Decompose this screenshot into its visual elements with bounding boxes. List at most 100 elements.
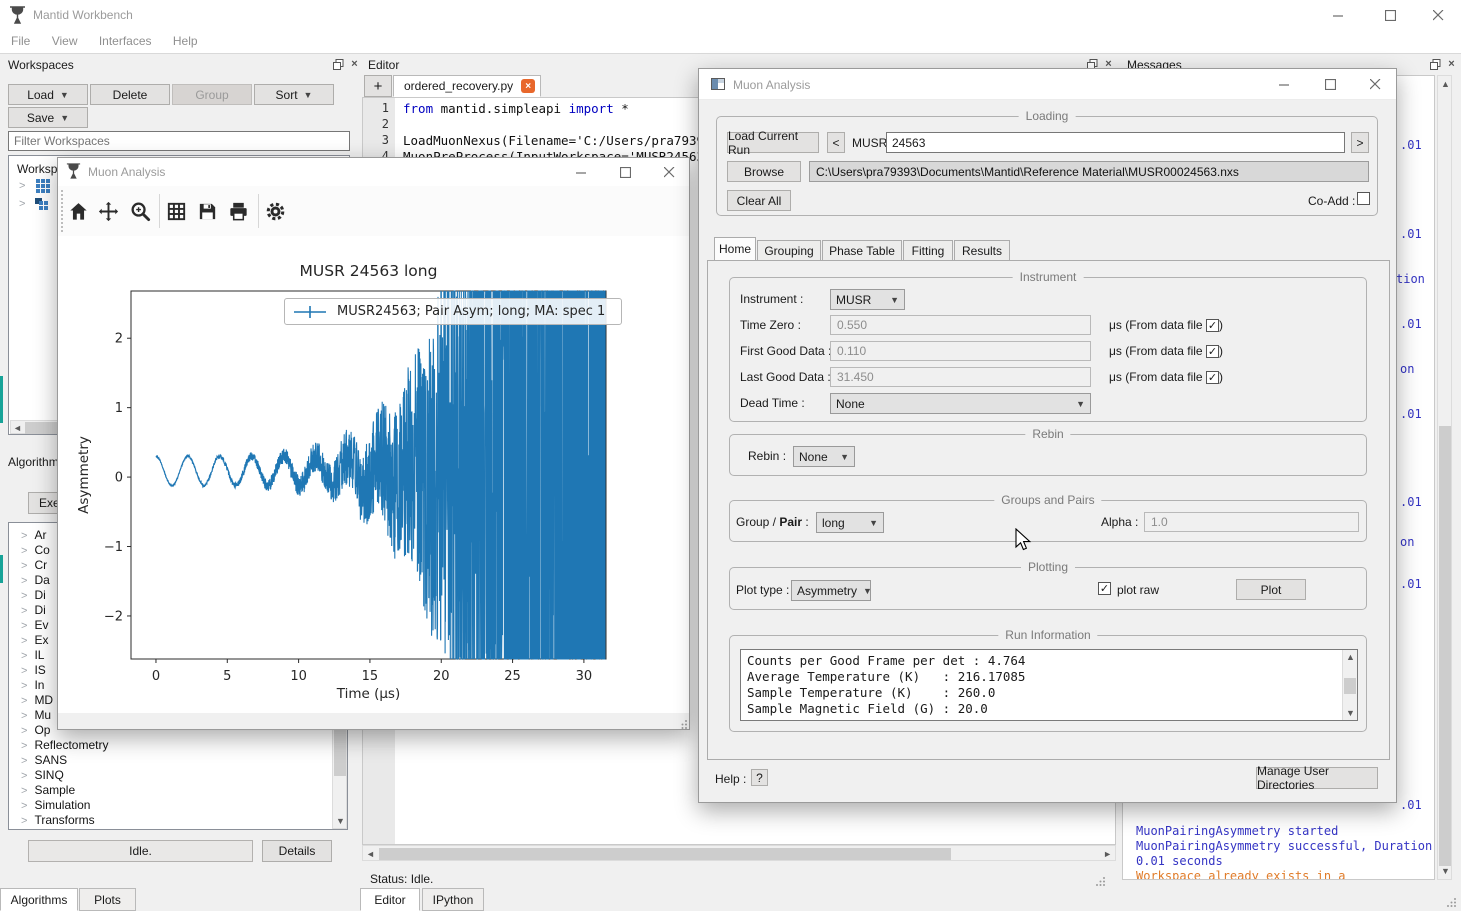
- pan-icon[interactable]: [97, 200, 120, 226]
- algorithm-category[interactable]: >Cr: [21, 558, 47, 573]
- tab-home[interactable]: Home: [714, 237, 756, 261]
- resize-grip[interactable]: [678, 718, 688, 732]
- sort-button[interactable]: Sort▼: [254, 84, 334, 105]
- grid-icon[interactable]: [165, 200, 188, 226]
- group-pair-combobox[interactable]: long▼: [816, 512, 884, 533]
- resize-grip[interactable]: [1447, 896, 1457, 910]
- tab-results[interactable]: Results: [954, 240, 1010, 261]
- close-button[interactable]: [1423, 4, 1453, 26]
- maximize-button[interactable]: [610, 161, 640, 183]
- chevron-right-icon[interactable]: >: [21, 590, 27, 602]
- tab-algorithms[interactable]: Algorithms: [0, 888, 78, 911]
- print-icon[interactable]: [227, 200, 250, 226]
- algorithm-category[interactable]: >Ex: [21, 633, 48, 648]
- next-run-button[interactable]: >: [1351, 132, 1369, 153]
- from-data-file-checkbox[interactable]: ✓: [1206, 371, 1219, 384]
- algorithm-category[interactable]: >Co: [21, 543, 50, 558]
- algorithm-category[interactable]: >Di: [21, 603, 46, 618]
- load-button[interactable]: Load▼: [8, 84, 88, 105]
- rebin-combobox[interactable]: None▼: [793, 446, 855, 467]
- scroll-left-icon[interactable]: ◄: [366, 849, 375, 859]
- algorithm-category[interactable]: >In: [21, 678, 44, 693]
- chevron-right-icon[interactable]: >: [21, 800, 27, 812]
- chevron-right-icon[interactable]: >: [21, 665, 27, 677]
- chevron-right-icon[interactable]: >: [21, 755, 27, 767]
- save-button[interactable]: Save▼: [8, 107, 88, 128]
- chevron-right-icon[interactable]: >: [19, 198, 25, 210]
- new-tab-button[interactable]: +: [364, 75, 392, 97]
- previous-run-button[interactable]: <: [827, 132, 845, 153]
- close-button[interactable]: [1360, 73, 1390, 95]
- algorithm-category[interactable]: >Ev: [21, 618, 48, 633]
- algorithm-category[interactable]: >Mu: [21, 708, 51, 723]
- dead-time-combobox[interactable]: None▼: [830, 393, 1091, 414]
- chevron-right-icon[interactable]: >: [21, 545, 27, 557]
- float-panel-icon[interactable]: [331, 57, 346, 71]
- browse-button[interactable]: Browse: [727, 161, 801, 182]
- tab-fitting[interactable]: Fitting: [903, 240, 953, 261]
- plot-type-combobox[interactable]: Asymmetry▼: [791, 580, 871, 601]
- chevron-right-icon[interactable]: >: [21, 635, 27, 647]
- resize-grip[interactable]: [1096, 875, 1106, 889]
- tab-ordered-recovery[interactable]: ordered_recovery.py ×: [393, 75, 541, 97]
- editor-horizontal-scrollbar[interactable]: ◄ ►: [362, 845, 1116, 861]
- from-data-file-checkbox[interactable]: ✓: [1206, 319, 1219, 332]
- algorithm-category[interactable]: >IS: [21, 663, 46, 678]
- menu-file[interactable]: File: [2, 30, 39, 52]
- algorithm-category[interactable]: >Da: [21, 573, 50, 588]
- algorithm-category[interactable]: >SANS: [21, 753, 67, 768]
- algorithm-category[interactable]: >SINQ: [21, 768, 64, 783]
- home-icon[interactable]: [67, 200, 90, 226]
- menu-view[interactable]: View: [43, 30, 87, 52]
- chevron-right-icon[interactable]: >: [21, 695, 27, 707]
- clear-all-button[interactable]: Clear All: [727, 190, 791, 211]
- instrument-combobox[interactable]: MUSR▼: [830, 289, 905, 310]
- chevron-right-icon[interactable]: >: [21, 740, 27, 752]
- close-button[interactable]: [654, 161, 684, 183]
- chevron-right-icon[interactable]: >: [21, 620, 27, 632]
- algorithm-category[interactable]: >Reflectometry: [21, 738, 108, 753]
- load-current-run-button[interactable]: Load Current Run: [727, 132, 819, 153]
- float-panel-icon[interactable]: [1428, 57, 1443, 71]
- close-panel-icon[interactable]: ×: [1444, 57, 1459, 71]
- run-information-box[interactable]: Counts per Good Frame per det : 4.764Ave…: [740, 649, 1358, 721]
- zoom-icon[interactable]: [129, 200, 152, 226]
- scroll-left-icon[interactable]: ◄: [13, 423, 22, 433]
- dialog-titlebar[interactable]: Muon Analysis: [699, 69, 1396, 100]
- settings-icon[interactable]: [264, 200, 287, 226]
- chevron-right-icon[interactable]: >: [21, 770, 27, 782]
- chevron-right-icon[interactable]: >: [21, 605, 27, 617]
- algorithm-category[interactable]: >Op: [21, 723, 50, 738]
- chevron-right-icon[interactable]: >: [21, 530, 27, 542]
- algorithm-category[interactable]: >Ar: [21, 528, 46, 543]
- scroll-up-icon[interactable]: ▲: [1346, 652, 1355, 662]
- chevron-right-icon[interactable]: >: [19, 180, 25, 192]
- plot-window-titlebar[interactable]: Muon Analysis: [58, 158, 689, 187]
- scroll-up-icon[interactable]: ▲: [1441, 79, 1450, 89]
- algorithm-category[interactable]: >Simulation: [21, 798, 90, 813]
- scroll-down-icon[interactable]: ▼: [1346, 708, 1355, 718]
- tab-plots[interactable]: Plots: [79, 888, 136, 911]
- chevron-right-icon[interactable]: >: [21, 560, 27, 572]
- co-add-checkbox[interactable]: [1357, 192, 1370, 205]
- algorithm-category[interactable]: >Transforms: [21, 813, 95, 828]
- maximize-button[interactable]: [1375, 4, 1405, 26]
- messages-scrollbar[interactable]: ▲ ▼: [1437, 75, 1452, 880]
- run-number-input[interactable]: [886, 132, 1345, 153]
- tab-grouping[interactable]: Grouping: [757, 240, 821, 261]
- menu-help[interactable]: Help: [164, 30, 207, 52]
- tab-phase-table[interactable]: Phase Table: [822, 240, 902, 261]
- delete-button[interactable]: Delete: [90, 84, 170, 105]
- from-data-file-checkbox[interactable]: ✓: [1206, 345, 1219, 358]
- chevron-right-icon[interactable]: >: [21, 785, 27, 797]
- scroll-right-icon[interactable]: ►: [1103, 849, 1112, 859]
- code-line[interactable]: from mantid.simpleapi import *: [403, 101, 629, 117]
- chevron-right-icon[interactable]: >: [21, 680, 27, 692]
- minimize-button[interactable]: [1269, 73, 1299, 95]
- chevron-right-icon[interactable]: >: [21, 575, 27, 587]
- help-button[interactable]: ?: [751, 769, 768, 786]
- chevron-right-icon[interactable]: >: [21, 650, 27, 662]
- code-line[interactable]: LoadMuonNexus(Filename='C:/Users/pra7939…: [403, 133, 719, 149]
- scroll-down-icon[interactable]: ▼: [336, 816, 345, 826]
- plot-button[interactable]: Plot: [1236, 579, 1306, 600]
